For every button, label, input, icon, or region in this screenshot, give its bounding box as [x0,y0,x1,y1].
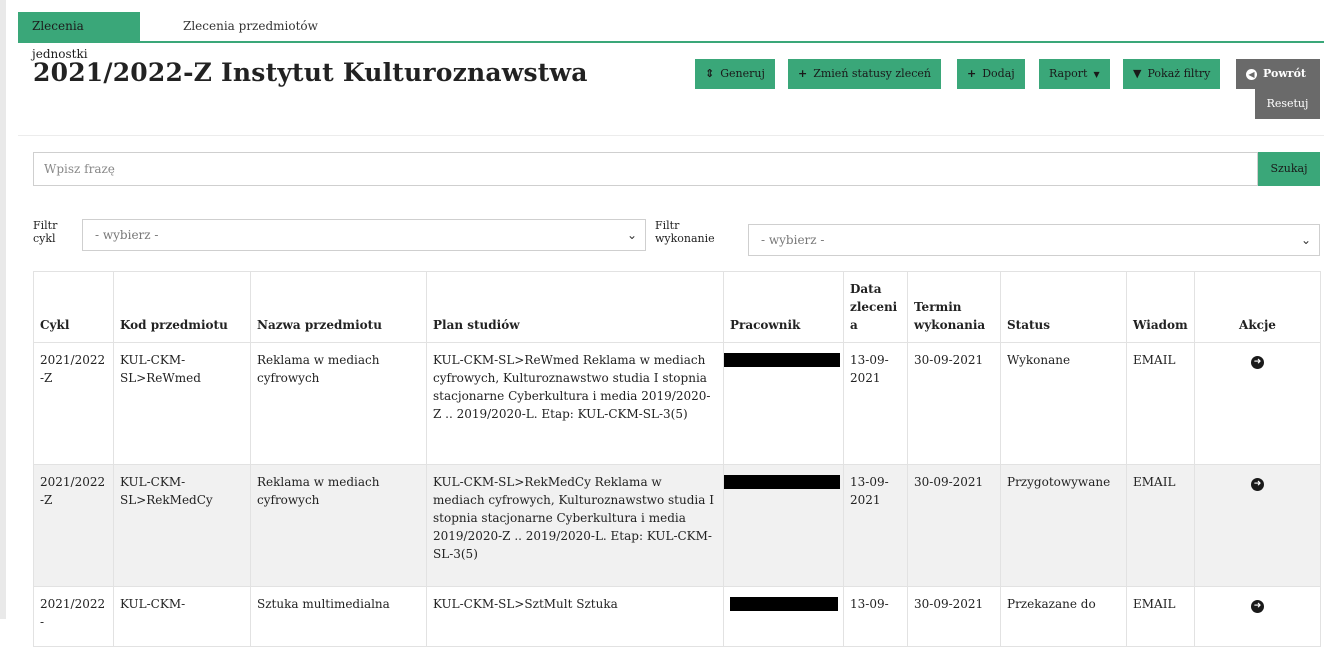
back-label: Powrót [1263,67,1306,80]
page-title: 2021/2022-Z Instytut Kulturoznawstwa [33,58,588,87]
chevron-down-icon: ⌄ [626,228,637,242]
show-filters-label: Pokaż filtry [1147,67,1211,80]
cell-kod: KUL-CKM-SL>RekMedCy [113,464,251,587]
search-input[interactable]: Wpisz frazę [33,152,1258,186]
cell-status: Przekazane do [1000,586,1127,647]
cell-termin: 30-09-2021 [907,586,1001,647]
cell-termin: 30-09-2021 [907,342,1001,465]
filter-cycle-select[interactable]: - wybierz - ⌄ [82,219,646,251]
col-header-akcje: Akcje [1194,271,1321,343]
col-header-plan[interactable]: Plan studiów [426,271,724,343]
plus-icon: + [967,67,977,80]
report-label: Raport [1049,67,1088,80]
table-row: 2021/2022- KUL-CKM- Sztuka multimedialna… [33,586,1321,647]
table-header-row: Cykl Kod przedmiotu Nazwa przedmiotu Pla… [33,271,1321,343]
chevron-down-icon: ⌄ [1300,233,1311,247]
col-header-cykl[interactable]: Cykl [33,271,114,343]
col-header-kod[interactable]: Kod przedmiotu [113,271,251,343]
cell-data: 13-09- [843,586,908,647]
cell-kod: KUL-CKM- [113,586,251,647]
cell-wiadom: EMAIL [1126,464,1195,587]
search-button[interactable]: Szukaj [1258,152,1320,186]
reset-button[interactable]: Resetuj [1255,89,1320,119]
redacted-name [724,475,840,489]
tab-zlecenia-przedmiotow[interactable]: Zlecenia przedmiotów [169,12,332,41]
col-header-nazwa[interactable]: Nazwa przedmiotu [250,271,427,343]
arrow-right-circle-icon[interactable]: ➜ [1251,600,1264,613]
header-divider [18,135,1324,136]
change-status-button[interactable]: + Zmień statusy zleceń [788,59,941,89]
tab-bar: Zlecenia jednostki Zlecenia przedmiotów [18,12,1324,61]
cell-status: Wykonane [1000,342,1127,465]
cell-plan: KUL-CKM-SL>RekMedCy Reklama w mediach cy… [426,464,724,587]
cell-nazwa: Sztuka multimedialna [250,586,427,647]
back-button[interactable]: ◀ Powrót [1236,59,1320,89]
cell-akcje: ➜ [1194,586,1321,647]
cell-kod: KUL-CKM-SL>ReWmed [113,342,251,465]
back-circle-icon: ◀ [1246,69,1257,80]
redacted-name [730,597,838,611]
col-header-wiadom[interactable]: Wiadom [1126,271,1195,343]
cell-akcje: ➜ [1194,342,1321,465]
cell-pracownik [723,586,844,647]
add-label: Dodaj [982,67,1015,80]
table-row: 2021/2022-Z KUL-CKM-SL>ReWmed Reklama w … [33,342,1321,465]
sort-icon: ⇕ [705,67,715,80]
report-button[interactable]: Raport ▼ [1039,59,1110,89]
generate-label: Generuj [720,67,765,80]
filter-execution-select[interactable]: - wybierz - ⌄ [748,224,1320,256]
col-header-pracownik[interactable]: Pracownik [723,271,844,343]
cell-plan: KUL-CKM-SL>ReWmed Reklama w mediach cyfr… [426,342,724,465]
generate-button[interactable]: ⇕ Generuj [695,59,775,89]
show-filters-button[interactable]: ▼ Pokaż filtry [1123,59,1221,89]
filter-icon: ▼ [1133,67,1142,80]
cell-cykl: 2021/2022- [33,586,114,647]
left-frame-border [0,0,6,619]
cell-data: 13-09-2021 [843,464,908,587]
cell-wiadom: EMAIL [1126,586,1195,647]
cell-nazwa: Reklama w mediach cyfrowych [250,464,427,587]
col-header-status[interactable]: Status [1000,271,1127,343]
cell-wiadom: EMAIL [1126,342,1195,465]
caret-down-icon: ▼ [1093,70,1100,79]
tab-zlecenia-jednostki[interactable]: Zlecenia jednostki [18,12,140,61]
change-status-label: Zmień statusy zleceń [813,67,931,80]
plus-icon: + [798,67,808,80]
filter-execution-value: - wybierz - [761,233,825,247]
arrow-right-circle-icon[interactable]: ➜ [1251,356,1264,369]
redacted-name [724,353,840,367]
cell-nazwa: Reklama w mediach cyfrowych [250,342,427,465]
col-header-data[interactable]: Data zlecenia [843,271,908,343]
add-button[interactable]: + Dodaj [957,59,1025,89]
filter-execution-label: Filtr wykonanie [655,219,715,245]
filter-cycle-label: Filtr cykl [33,219,58,245]
cell-plan: KUL-CKM-SL>SztMult Sztuka [426,586,724,647]
col-header-termin[interactable]: Termin wykonania [907,271,1001,343]
cell-data: 13-09-2021 [843,342,908,465]
cell-pracownik [723,464,844,587]
orders-table: Cykl Kod przedmiotu Nazwa przedmiotu Pla… [33,271,1321,647]
cell-pracownik [723,342,844,465]
filter-cycle-value: - wybierz - [95,228,159,242]
cell-status: Przygotowywane [1000,464,1127,587]
cell-termin: 30-09-2021 [907,464,1001,587]
cell-cykl: 2021/2022-Z [33,464,114,587]
cell-cykl: 2021/2022-Z [33,342,114,465]
arrow-right-circle-icon[interactable]: ➜ [1251,478,1264,491]
cell-akcje: ➜ [1194,464,1321,587]
table-row: 2021/2022-Z KUL-CKM-SL>RekMedCy Reklama … [33,464,1321,587]
